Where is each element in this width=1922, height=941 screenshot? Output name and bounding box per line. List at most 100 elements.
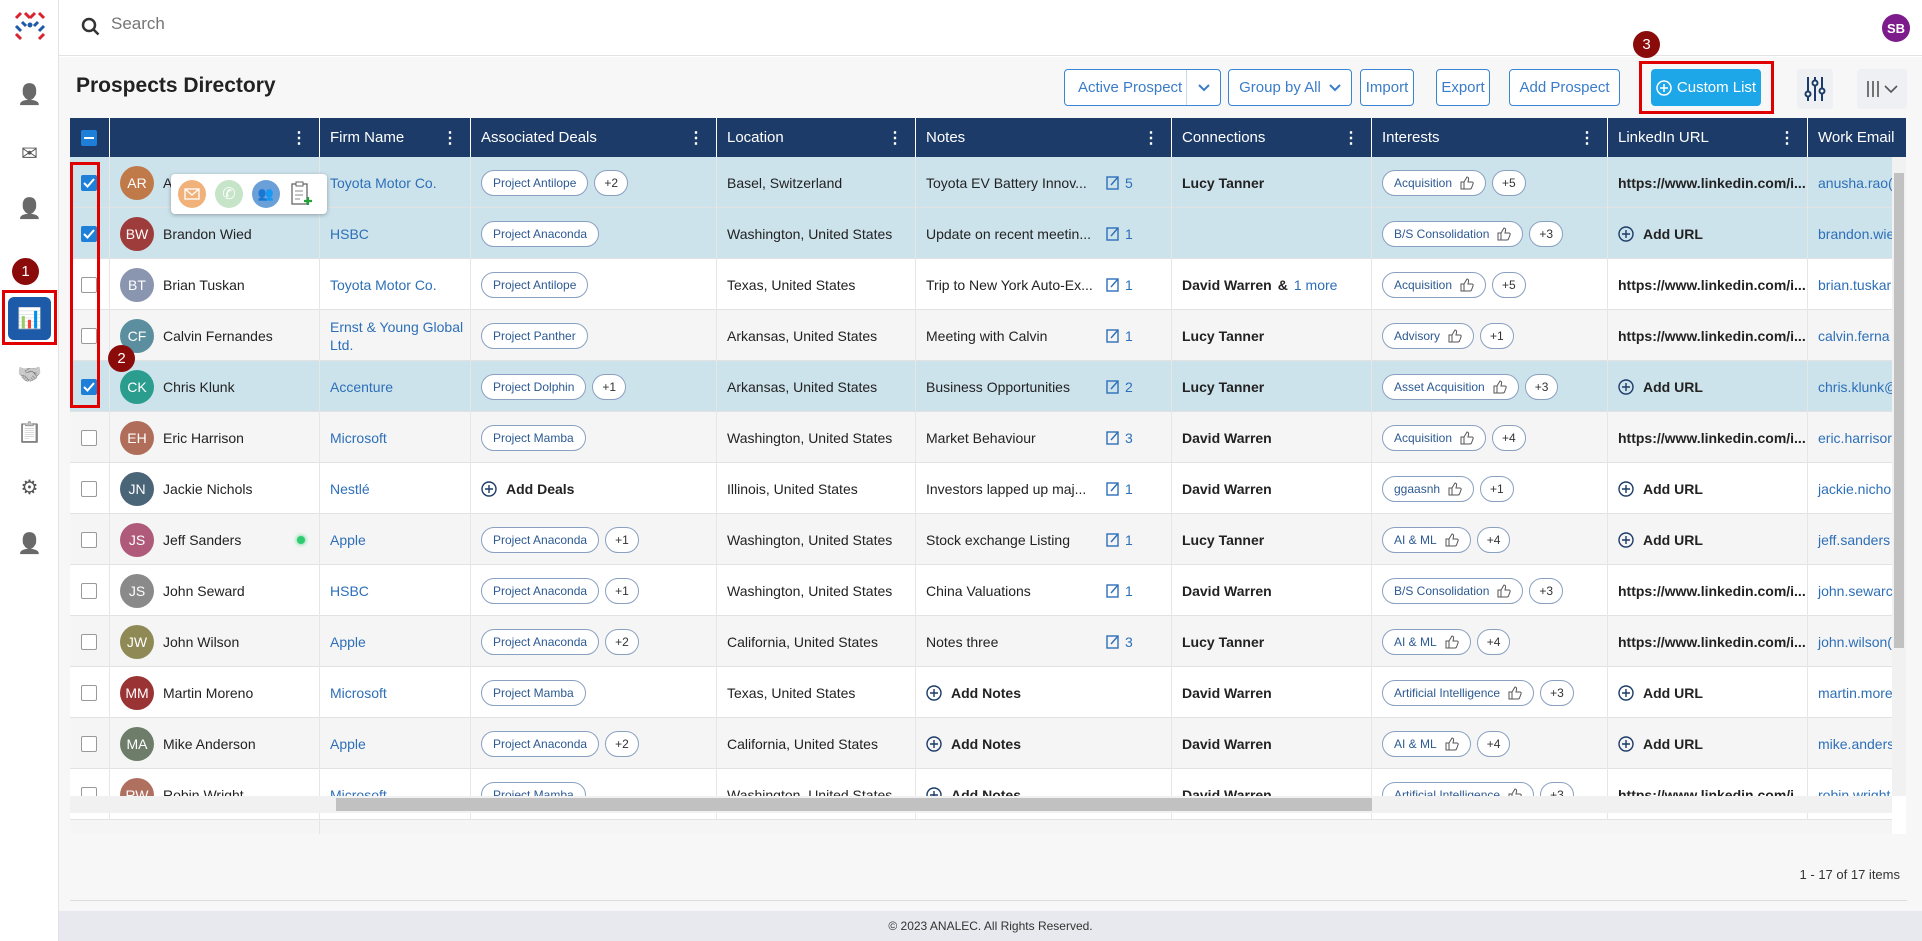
thumbs-up-icon[interactable] [1460, 277, 1474, 292]
header-linkedin-url[interactable]: LinkedIn URL ⋮ [1608, 118, 1808, 157]
interest-pill[interactable]: Asset Acquisition [1382, 373, 1519, 400]
header-connections[interactable]: Connections ⋮ [1172, 118, 1372, 157]
interest-pill[interactable]: Acquisition [1382, 271, 1487, 298]
deal-pill[interactable]: Project Anaconda [481, 526, 600, 553]
sidebar-item-prospects-chart[interactable]: 📊 [8, 297, 51, 340]
row-checkbox[interactable] [81, 327, 97, 344]
firm-name-link[interactable]: Accenture [320, 361, 471, 412]
analec-logo[interactable] [12, 8, 48, 44]
table-row[interactable]: EH Eric Harrison Microsoft Project Mamba Was… [70, 412, 1892, 463]
note-preview[interactable]: Stock exchange Listing [926, 532, 1106, 548]
table-row[interactable]: JN Jackie Nichols Nestlé Add Deals Illinois,… [70, 463, 1892, 514]
firm-name-link[interactable]: HSBC [320, 208, 471, 259]
header-notes[interactable]: Notes ⋮ [916, 118, 1172, 157]
add-deals-button[interactable]: Add Deals [481, 481, 574, 497]
header-location[interactable]: Location ⋮ [717, 118, 916, 157]
deal-pill[interactable]: Project Anaconda [481, 628, 600, 655]
add-url-button[interactable]: Add URL [1618, 226, 1703, 242]
prospect-name[interactable]: Jeff Sanders [163, 532, 241, 548]
notes-count[interactable]: 1 [1106, 583, 1133, 599]
firm-name[interactable]: Toyota Motor Co. [330, 276, 437, 294]
interest-pill[interactable]: AI & ML [1382, 526, 1471, 553]
row-checkbox[interactable] [81, 735, 97, 752]
row-checkbox[interactable] [81, 378, 97, 395]
thumbs-up-icon[interactable] [1497, 226, 1512, 241]
search-input[interactable] [111, 14, 511, 34]
column-menu-icon[interactable]: ⋮ [1779, 128, 1795, 148]
vertical-scrollbar[interactable] [1892, 157, 1906, 796]
prospect-name[interactable]: Calvin Fernandes [163, 328, 273, 344]
meeting-action-icon[interactable]: 👥 [252, 180, 280, 208]
firm-name-link[interactable]: Toyota Motor Co. [320, 259, 471, 310]
firm-name[interactable]: Ernst & Young Global Ltd. [330, 318, 470, 354]
firm-name[interactable]: HSBC [330, 582, 369, 600]
work-email-link[interactable]: eric.harrisor [1808, 412, 1892, 463]
firm-name-link[interactable]: Nestlé [320, 463, 471, 514]
sidebar-item-mail[interactable]: ✉ [8, 132, 51, 175]
notes-count[interactable]: 1 [1106, 532, 1133, 548]
export-button[interactable]: Export [1436, 69, 1490, 106]
connection-name[interactable]: Lucy Tanner [1182, 379, 1264, 395]
row-checkbox[interactable] [81, 174, 97, 191]
thumbs-up-icon[interactable] [1448, 328, 1462, 343]
note-preview[interactable]: Investors lapped up maj... [926, 481, 1106, 497]
thumbs-up-icon[interactable] [1460, 175, 1474, 190]
table-row[interactable]: CF Calvin Fernandes Ernst & Young Global L… [70, 310, 1892, 361]
more-connections-link[interactable]: 1 more [1294, 277, 1338, 293]
linkedin-url-link[interactable]: https://www.linkedin.com/i... [1618, 634, 1806, 650]
interest-pill[interactable]: Artificial Intelligence [1382, 679, 1535, 706]
note-preview[interactable]: Notes three [926, 634, 1106, 650]
deal-pill[interactable]: Project Mamba [481, 679, 586, 706]
prospect-name[interactable]: Chris Klunk [163, 379, 235, 395]
sidebar-item-user-check[interactable]: 👤 [8, 73, 51, 116]
thumbs-up-icon[interactable] [1445, 532, 1459, 547]
note-preview[interactable]: China Valuations [926, 583, 1106, 599]
column-menu-icon[interactable]: ⋮ [1343, 128, 1359, 148]
linkedin-url-link[interactable]: https://www.linkedin.com/i... [1618, 277, 1806, 293]
connection-name[interactable]: David Warren [1182, 736, 1272, 752]
more-deals-badge[interactable]: +1 [592, 373, 627, 400]
deal-pill[interactable]: Project Panther [481, 322, 588, 349]
firm-name-link[interactable]: Toyota Motor Co. [320, 157, 471, 208]
firm-name[interactable]: Nestlé [330, 480, 370, 498]
header-associated-deals[interactable]: Associated Deals ⋮ [471, 118, 717, 157]
note-preview[interactable]: Meeting with Calvin [926, 328, 1106, 344]
more-interests-badge[interactable]: +3 [1524, 373, 1559, 400]
more-interests-badge[interactable]: +1 [1480, 322, 1514, 349]
notes-count[interactable]: 3 [1106, 430, 1133, 446]
deal-pill[interactable]: Project Anaconda [481, 220, 600, 247]
notes-count[interactable]: 2 [1106, 379, 1133, 395]
header-interests[interactable]: Interests ⋮ [1372, 118, 1608, 157]
thumbs-up-icon[interactable] [1445, 736, 1459, 751]
interest-pill[interactable]: B/S Consolidation [1382, 220, 1524, 247]
work-email-link[interactable]: john.sewarc [1808, 565, 1892, 616]
more-interests-badge[interactable]: +5 [1492, 271, 1526, 298]
table-row[interactable]: MM Martin Moreno Microsoft Project Mamba Tex… [70, 667, 1892, 718]
prospect-name[interactable]: John Seward [163, 583, 245, 599]
column-menu-icon[interactable]: ⋮ [442, 128, 458, 148]
add-url-button[interactable]: Add URL [1618, 736, 1703, 752]
connection-name[interactable]: David Warren [1182, 583, 1272, 599]
import-button[interactable]: Import [1360, 69, 1414, 106]
notes-count[interactable]: 1 [1106, 328, 1133, 344]
prospect-name[interactable]: Martin Moreno [163, 685, 253, 701]
table-row[interactable]: ARAnusha RaoToyota Motor Co.Project Anti… [70, 157, 1892, 208]
more-interests-badge[interactable]: +1 [1480, 475, 1514, 502]
deal-pill[interactable]: Project Anaconda [481, 577, 600, 604]
prospect-name[interactable]: Brian Tuskan [163, 277, 245, 293]
column-menu-icon[interactable]: ⋮ [688, 128, 704, 148]
table-row[interactable]: JS Jeff Sanders Apple Project Anaconda +1 Was… [70, 514, 1892, 565]
work-email-link[interactable]: chris.klunk@ [1808, 361, 1892, 412]
sidebar-item-contact[interactable]: 👤 [8, 187, 51, 230]
thumbs-up-icon[interactable] [1448, 481, 1462, 496]
deal-pill[interactable]: Project Mamba [481, 424, 586, 451]
firm-name[interactable]: Accenture [330, 378, 393, 396]
sidebar-item-user-settings[interactable]: ⚙ [8, 466, 51, 509]
add-url-button[interactable]: Add URL [1618, 379, 1703, 395]
column-menu-icon[interactable]: ⋮ [291, 128, 307, 148]
row-checkbox[interactable] [81, 480, 97, 497]
firm-name[interactable]: Microsoft [330, 684, 387, 702]
work-email-link[interactable]: jackie.nicho [1808, 463, 1892, 514]
interest-pill[interactable]: AI & ML [1382, 628, 1471, 655]
prospect-name[interactable]: Eric Harrison [163, 430, 244, 446]
